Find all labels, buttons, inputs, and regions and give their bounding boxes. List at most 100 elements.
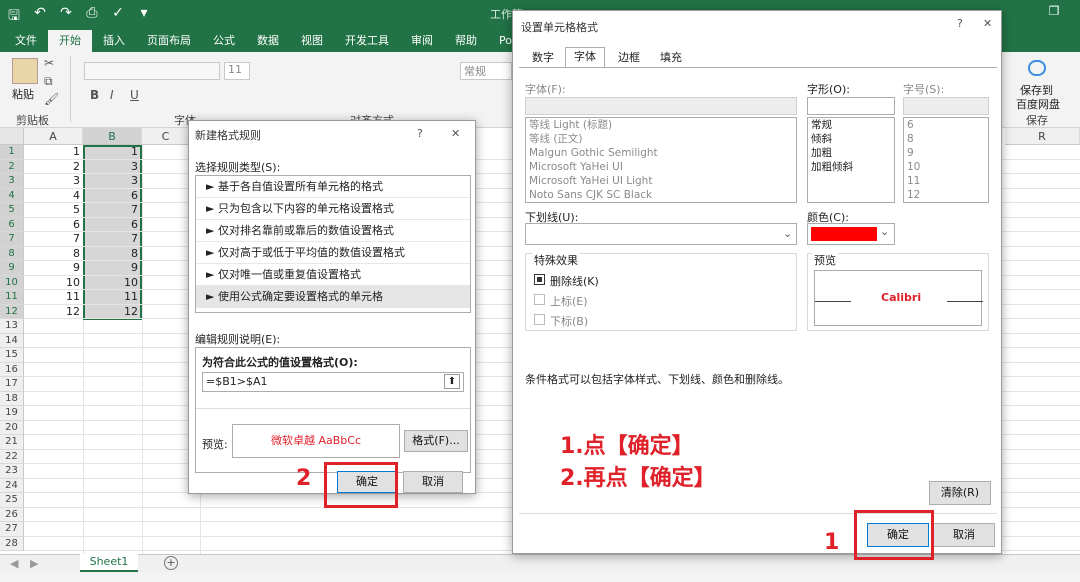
new-rule-cancel-button[interactable]: 取消: [403, 471, 463, 493]
row-header[interactable]: 16: [0, 362, 24, 377]
cell-b[interactable]: [83, 421, 141, 436]
cell-a[interactable]: [24, 537, 83, 552]
cell-a[interactable]: [24, 435, 83, 450]
rule-type-item[interactable]: ► 仅对高于或低于平均值的数值设置格式: [196, 242, 470, 264]
format-cells-cancel-button[interactable]: 取消: [933, 523, 995, 547]
collapse-range-icon[interactable]: ⬆: [444, 374, 460, 389]
cell-a[interactable]: [24, 493, 83, 508]
print-preview-icon[interactable]: ⎙: [84, 5, 100, 29]
row-header[interactable]: 13: [0, 319, 24, 334]
cell-b[interactable]: 6: [83, 218, 141, 233]
cell-a[interactable]: [24, 406, 83, 421]
rule-type-item[interactable]: ► 仅对唯一值或重复值设置格式: [196, 264, 470, 286]
style-list-item[interactable]: 加粗: [808, 146, 894, 160]
rule-type-list[interactable]: ► 基于各自值设置所有单元格的格式 ► 只为包含以下内容的单元格设置格式 ► 仅…: [195, 175, 471, 313]
cell-b[interactable]: 7: [83, 203, 141, 218]
row-header[interactable]: 2: [0, 159, 24, 174]
cell-b[interactable]: [83, 479, 141, 494]
row-header[interactable]: 4: [0, 188, 24, 203]
cell-a[interactable]: 9: [24, 261, 83, 276]
tab-formulas[interactable]: 公式: [202, 30, 246, 52]
size-list[interactable]: 6 8 9 10 11 12: [903, 117, 989, 203]
row-header[interactable]: 14: [0, 333, 24, 348]
cell-a[interactable]: 1: [24, 145, 83, 160]
row-header[interactable]: 19: [0, 406, 24, 421]
tab-help[interactable]: 帮助: [444, 30, 488, 52]
row-header[interactable]: 25: [0, 493, 24, 508]
cell-a[interactable]: [24, 377, 83, 392]
row-header[interactable]: 12: [0, 304, 24, 319]
sheet-tab-sheet1[interactable]: Sheet1: [80, 554, 138, 572]
paste-button[interactable]: 粘贴: [12, 86, 34, 102]
col-header-b[interactable]: B: [83, 128, 142, 145]
sheet-nav-prev-icon[interactable]: ◀: [10, 557, 18, 570]
cell-b[interactable]: 3: [83, 160, 141, 175]
cell-b[interactable]: 11: [83, 290, 141, 305]
cell-b[interactable]: [83, 406, 141, 421]
row-header[interactable]: 26: [0, 507, 24, 522]
row-header[interactable]: 24: [0, 478, 24, 493]
underline-icon[interactable]: U: [130, 88, 139, 102]
cell-a[interactable]: [24, 464, 83, 479]
cell-b[interactable]: 7: [83, 232, 141, 247]
tab-review[interactable]: 审阅: [400, 30, 444, 52]
cell-b[interactable]: [83, 522, 141, 537]
row-header[interactable]: 11: [0, 290, 24, 305]
cell-a[interactable]: 11: [24, 290, 83, 305]
chevron-down-icon[interactable]: ⌄: [880, 225, 889, 238]
col-header-r[interactable]: R: [1005, 128, 1080, 145]
font-list-item[interactable]: Microsoft YaHei UI: [526, 160, 796, 174]
cell-b[interactable]: [83, 363, 141, 378]
font-list-item[interactable]: Microsoft YaHei UI Light: [526, 174, 796, 188]
style-list-item[interactable]: 倾斜: [808, 132, 894, 146]
tab-page-layout[interactable]: 页面布局: [136, 30, 202, 52]
font-list-item[interactable]: 等线 Light (标题): [526, 118, 796, 132]
rule-type-item-formula[interactable]: ► 使用公式确定要设置格式的单元格: [196, 286, 470, 308]
cell-a[interactable]: 4: [24, 189, 83, 204]
clear-button[interactable]: 清除(R): [929, 481, 991, 505]
row-header[interactable]: 7: [0, 232, 24, 247]
style-list-item[interactable]: 加粗倾斜: [808, 160, 894, 174]
cell-b[interactable]: 12: [83, 305, 141, 320]
rule-type-item[interactable]: ► 基于各自值设置所有单元格的格式: [196, 176, 470, 198]
style-input[interactable]: [807, 97, 895, 115]
tab-fill[interactable]: 填充: [651, 49, 691, 67]
cell-b[interactable]: [83, 537, 141, 552]
size-list-item[interactable]: 10: [904, 160, 988, 174]
font-input[interactable]: [525, 97, 797, 115]
strikethrough-checkbox[interactable]: [534, 274, 545, 285]
help-icon[interactable]: ?: [957, 17, 963, 30]
copy-icon[interactable]: ⧉: [44, 74, 53, 89]
font-list-item[interactable]: Noto Sans CJK SC Black: [526, 188, 796, 202]
font-list[interactable]: 等线 Light (标题) 等线 (正文) Malgun Gothic Semi…: [525, 117, 797, 203]
cell-a[interactable]: [24, 522, 83, 537]
cell-a[interactable]: 6: [24, 218, 83, 233]
close-icon[interactable]: ✕: [451, 127, 460, 140]
font-size-box[interactable]: 11: [224, 62, 250, 80]
row-header[interactable]: 20: [0, 420, 24, 435]
redo-icon[interactable]: ↷: [58, 5, 74, 29]
cell-a[interactable]: 5: [24, 203, 83, 218]
sheet-nav-next-icon[interactable]: ▶: [30, 557, 38, 570]
cell-b[interactable]: [83, 377, 141, 392]
close-icon[interactable]: ✕: [983, 17, 992, 30]
cell-a[interactable]: 8: [24, 247, 83, 262]
italic-icon[interactable]: I: [110, 88, 114, 102]
row-header[interactable]: 6: [0, 217, 24, 232]
col-header-a[interactable]: A: [24, 128, 83, 145]
number-format-box[interactable]: 常规: [460, 62, 512, 80]
cell-b[interactable]: 6: [83, 189, 141, 204]
cell-b[interactable]: 1: [83, 145, 141, 160]
tab-number[interactable]: 数字: [523, 49, 563, 67]
cell-b[interactable]: [83, 508, 141, 523]
select-all-corner[interactable]: [0, 128, 24, 145]
format-button[interactable]: 格式(F)...: [404, 430, 468, 452]
subscript-checkbox[interactable]: [534, 314, 545, 325]
tab-border[interactable]: 边框: [609, 49, 649, 67]
row-header[interactable]: 9: [0, 261, 24, 276]
cell-b[interactable]: [83, 392, 141, 407]
cell-a[interactable]: [24, 319, 83, 334]
chevron-down-icon[interactable]: ⌄: [783, 227, 792, 240]
formula-input[interactable]: =$B1>$A1: [202, 372, 464, 392]
size-list-item[interactable]: 12: [904, 188, 988, 202]
